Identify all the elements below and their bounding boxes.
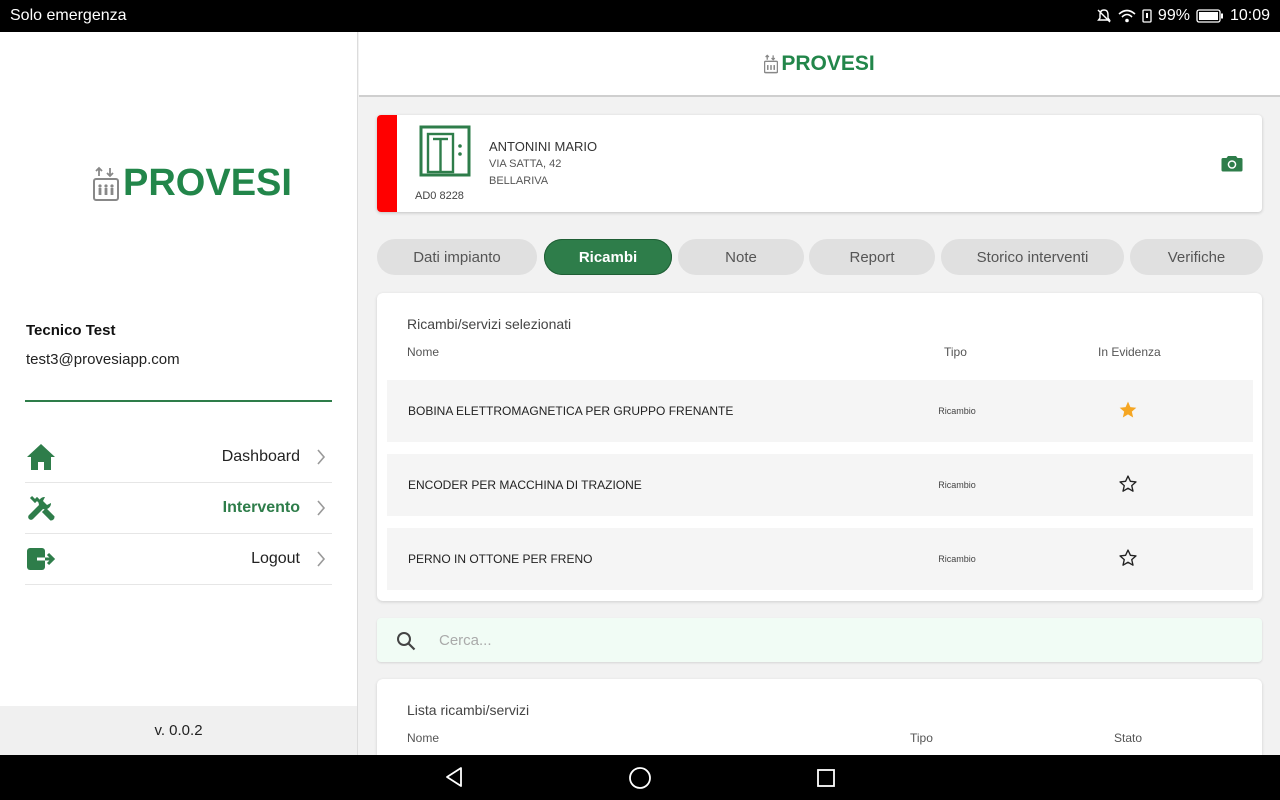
selected-parts-card: Ricambi/servizi selezionati Nome Tipo In… (377, 293, 1262, 601)
system-nav-bar (0, 755, 1280, 800)
card-title: Lista ricambi/servizi (407, 702, 530, 718)
table-row[interactable]: PERNO IN OTTONE PER FRENO Ricambio (387, 528, 1253, 590)
tab-note[interactable]: Note (678, 239, 804, 275)
sidebar-menu: Dashboard Intervento Logout (25, 432, 332, 585)
client-name: ANTONINI MARIO (489, 139, 598, 154)
chevron-right-icon (317, 551, 326, 567)
site-address: VIA SATTA, 42 (489, 158, 562, 170)
elevator-logo-icon (764, 53, 779, 73)
divider (25, 400, 332, 402)
star-outline-icon[interactable] (1118, 548, 1138, 568)
part-name: PERNO IN OTTONE PER FRENO (408, 552, 593, 566)
elevator-icon (419, 125, 471, 177)
star-filled-icon[interactable] (1118, 400, 1138, 420)
column-header-status: Stato (1114, 731, 1143, 745)
table-row[interactable]: BOBINA ELETTROMAGNETICA PER GRUPPO FRENA… (387, 380, 1253, 442)
search-icon (397, 632, 416, 651)
brand-name: PROVESI (781, 51, 875, 75)
status-bar: Solo emergenza 99% 10:09 (0, 0, 1280, 32)
column-header-highlight: In Evidenza (1098, 345, 1161, 359)
table-row[interactable]: ENCODER PER MACCHINA DI TRAZIONE Ricambi… (387, 454, 1253, 516)
tab-report[interactable]: Report (809, 239, 935, 275)
site-code: AD0 8228 (415, 190, 464, 202)
elevator-logo-icon (93, 166, 119, 201)
sidebar-item-label: Logout (251, 550, 300, 567)
search-input[interactable] (439, 626, 1239, 654)
chevron-right-icon (317, 500, 326, 516)
wifi-icon (1118, 9, 1136, 23)
sidebar-item-dashboard[interactable]: Dashboard (25, 432, 332, 483)
recents-icon[interactable] (816, 768, 836, 788)
site-card: AD0 8228 ANTONINI MARIO VIA SATTA, 42 BE… (377, 115, 1262, 212)
star-outline-icon[interactable] (1118, 474, 1138, 494)
carrier-label: Solo emergenza (10, 7, 127, 24)
column-header-type: Tipo (910, 731, 933, 745)
back-icon[interactable] (444, 766, 464, 788)
logout-icon (27, 548, 56, 570)
tab-dati-impianto[interactable]: Dati impianto (377, 239, 537, 275)
sidebar-item-logout[interactable]: Logout (25, 534, 332, 585)
home-icon (27, 444, 55, 470)
sim-icon (1142, 9, 1152, 23)
header: PROVESI (359, 32, 1280, 97)
tools-icon (28, 495, 55, 521)
sidebar-item-label: Dashboard (221, 448, 300, 465)
part-name: ENCODER PER MACCHINA DI TRAZIONE (408, 478, 642, 492)
sidebar: PROVESI Tecnico Test test3@provesiapp.co… (0, 32, 358, 755)
search-bar (377, 618, 1262, 662)
provesi-logo: PROVESI (93, 162, 292, 205)
brand-name: PROVESI (123, 162, 292, 204)
mute-icon (1097, 9, 1111, 23)
card-title: Ricambi/servizi selezionati (407, 316, 572, 332)
part-type: Ricambio (938, 406, 976, 416)
tab-verifiche[interactable]: Verifiche (1130, 239, 1263, 275)
provesi-logo: PROVESI (764, 51, 875, 76)
parts-list-card: Lista ricambi/servizi Nome Tipo Stato (377, 679, 1262, 755)
camera-icon[interactable] (1221, 154, 1243, 172)
sidebar-item-intervento[interactable]: Intervento (25, 483, 332, 534)
tab-storico-interventi[interactable]: Storico interventi (941, 239, 1124, 275)
tab-bar: Dati impianto Ricambi Note Report Storic… (377, 239, 1263, 275)
column-header-name: Nome (407, 345, 440, 359)
chevron-right-icon (317, 449, 326, 465)
part-type: Ricambio (938, 480, 976, 490)
status-icons: 99% 10:09 (1096, 7, 1270, 25)
user-email: test3@provesiapp.com (26, 351, 180, 368)
column-header-name: Nome (407, 731, 440, 745)
site-city: BELLARIVA (489, 175, 549, 187)
home-circle-icon[interactable] (628, 766, 652, 790)
part-name: BOBINA ELETTROMAGNETICA PER GRUPPO FRENA… (408, 404, 734, 418)
clock: 10:09 (1229, 7, 1270, 24)
battery-percent: 99% (1157, 7, 1190, 24)
status-indicator (377, 115, 397, 212)
column-header-type: Tipo (944, 345, 967, 359)
user-name: Tecnico Test (26, 322, 116, 339)
tab-ricambi[interactable]: Ricambi (544, 239, 672, 275)
app-version: v. 0.0.2 (0, 706, 357, 755)
sidebar-item-label: Intervento (222, 499, 300, 516)
part-type: Ricambio (938, 554, 976, 564)
battery-icon (1196, 9, 1223, 23)
